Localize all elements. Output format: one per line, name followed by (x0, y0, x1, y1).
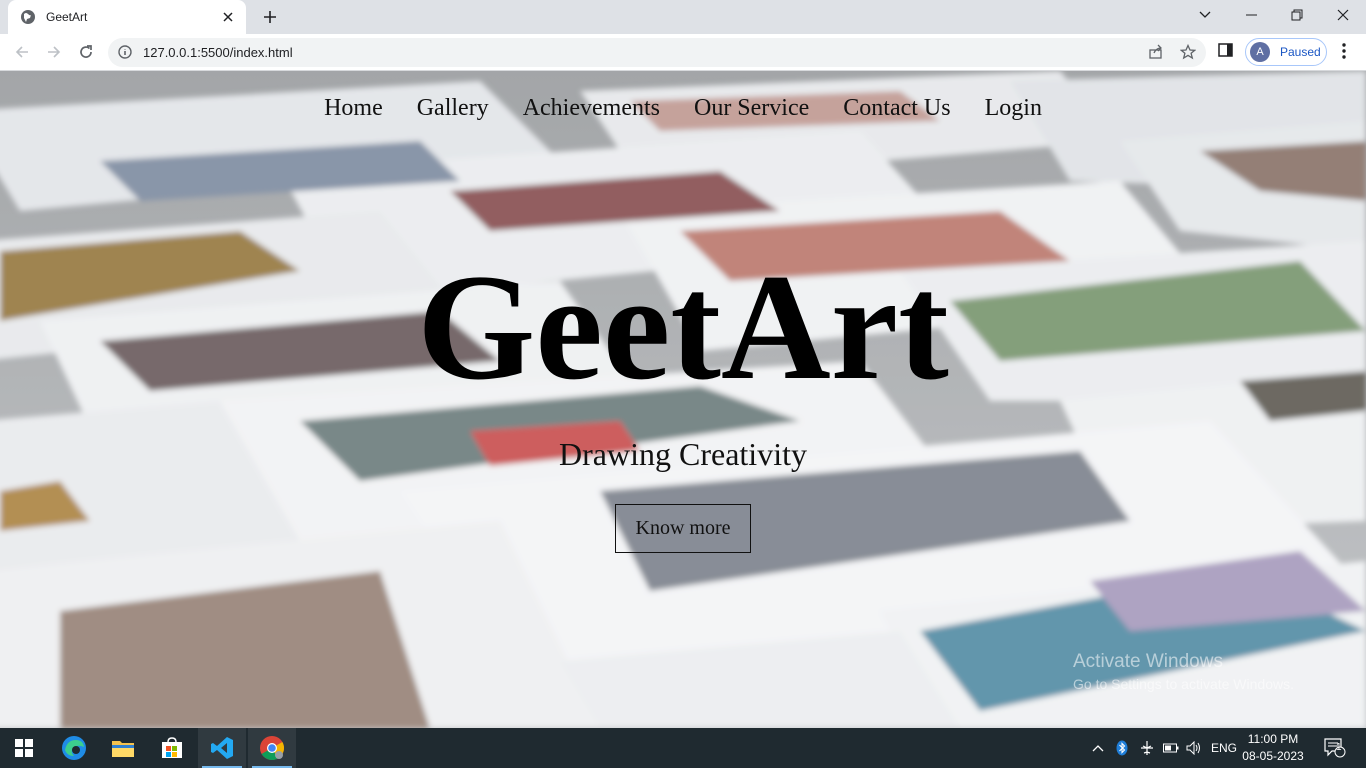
tab-search-icon[interactable] (1182, 0, 1228, 30)
reload-icon[interactable] (74, 40, 98, 64)
bluetooth-icon[interactable] (1114, 728, 1130, 768)
notification-center-icon[interactable]: 1 (1322, 728, 1348, 768)
more-menu-icon[interactable] (1334, 41, 1354, 66)
volume-icon[interactable] (1185, 728, 1203, 768)
chrome-icon[interactable] (248, 728, 296, 768)
avatar: A (1250, 42, 1270, 62)
tab-title: GeetArt (46, 10, 88, 24)
clock-date: 08-05-2023 (1242, 749, 1304, 763)
microsoft-store-icon[interactable] (148, 728, 196, 768)
know-more-button[interactable]: Know more (615, 504, 751, 553)
minimize-icon[interactable] (1228, 0, 1274, 30)
browser-toolbar: 127.0.0.1:5500/index.html A Paused (0, 34, 1366, 71)
window-controls (1182, 0, 1366, 30)
new-tab-icon[interactable] (258, 5, 282, 29)
vscode-icon[interactable] (198, 728, 246, 768)
taskbar-clock[interactable]: 11:00 PM 08-05-2023 (1240, 731, 1306, 765)
nav-link-achievements[interactable]: Achievements (523, 95, 660, 122)
watermark-title: Activate Windows (1073, 651, 1223, 672)
nav-link-login[interactable]: Login (985, 95, 1042, 122)
windows-taskbar: ENG 11:00 PM 08-05-2023 1 (0, 728, 1366, 768)
bookmark-star-icon[interactable] (1179, 43, 1197, 65)
tab-close-icon[interactable] (220, 9, 236, 25)
close-window-icon[interactable] (1320, 0, 1366, 30)
share-icon[interactable] (1148, 44, 1164, 65)
back-icon[interactable] (10, 40, 34, 64)
nav-link-contact-us[interactable]: Contact Us (843, 95, 950, 122)
windows-start-icon[interactable] (0, 728, 48, 768)
windows-activation-watermark: Activate Windows Go to Settings to activ… (1073, 651, 1294, 692)
nav-link-gallery[interactable]: Gallery (417, 95, 489, 122)
hero-subtitle: Drawing Creativity (559, 436, 807, 472)
notification-count: 1 (1336, 742, 1342, 753)
restore-icon[interactable] (1274, 0, 1320, 30)
profile-status: Paused (1280, 45, 1321, 59)
address-bar[interactable]: 127.0.0.1:5500/index.html (108, 38, 1206, 67)
clock-time: 11:00 PM (1247, 732, 1299, 746)
profile-button[interactable]: A Paused (1245, 38, 1327, 66)
watermark-subtitle: Go to Settings to activate Windows. (1073, 676, 1294, 692)
browser-tab[interactable]: GeetArt (8, 0, 246, 34)
battery-icon[interactable] (1162, 728, 1180, 768)
nav-link-our-service[interactable]: Our Service (694, 95, 809, 122)
language-indicator[interactable]: ENG (1208, 728, 1240, 768)
nav-link-home[interactable]: Home (324, 95, 383, 122)
edge-browser-icon[interactable] (50, 728, 98, 768)
tab-strip: GeetArt (0, 0, 1366, 34)
forward-icon[interactable] (42, 40, 66, 64)
hero-title: GeetArt (417, 243, 949, 411)
site-nav: Home Gallery Achievements Our Service Co… (0, 95, 1366, 122)
file-explorer-icon[interactable] (99, 728, 147, 768)
page-viewport: Home Gallery Achievements Our Service Co… (0, 71, 1366, 728)
globe-icon (21, 10, 35, 24)
show-hidden-icons-icon[interactable] (1090, 728, 1106, 768)
side-panel-icon[interactable] (1217, 41, 1235, 64)
url-text[interactable]: 127.0.0.1:5500/index.html (143, 45, 293, 60)
site-info-icon[interactable] (118, 45, 132, 64)
airplane-mode-icon[interactable] (1138, 728, 1156, 768)
